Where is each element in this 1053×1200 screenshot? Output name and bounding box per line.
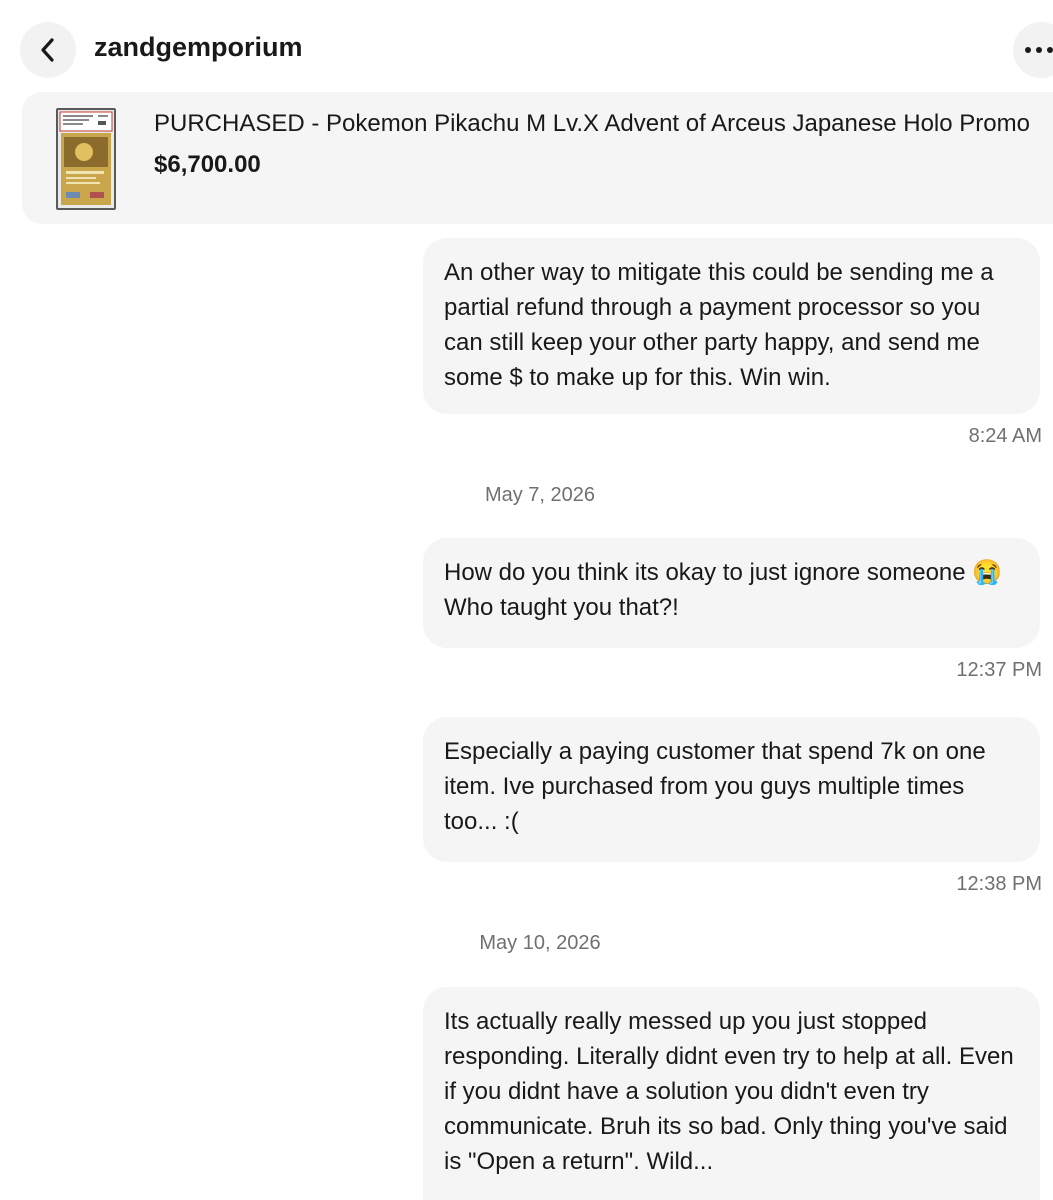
conversation-header: zandgemporium bbox=[0, 0, 1053, 92]
message-bubble: How do you think its okay to just ignore… bbox=[423, 538, 1040, 648]
seller-name[interactable]: zandgemporium bbox=[94, 30, 303, 64]
message-text: An other way to mitigate this could be s… bbox=[444, 259, 994, 391]
message-text: Its actually really messed up you just s… bbox=[444, 1008, 1014, 1175]
message-text: How do you think its okay to just ignore… bbox=[444, 559, 1003, 621]
message-bubble: Especially a paying customer that spend … bbox=[423, 717, 1040, 862]
date-separator: May 7, 2026 bbox=[484, 484, 596, 506]
message-bubble: An other way to mitigate this could be s… bbox=[423, 238, 1040, 414]
date-separator: May 10, 2026 bbox=[479, 932, 601, 954]
message-timestamp: 12:37 PM bbox=[956, 659, 1042, 681]
graded-card-slab-image bbox=[56, 108, 116, 210]
more-options-button[interactable] bbox=[1013, 22, 1053, 78]
chevron-left-icon bbox=[41, 38, 54, 62]
conversation-screen: zandgemporium PURCHASED - Pokemon Pikach… bbox=[0, 0, 1053, 1200]
message-timestamp: 12:38 PM bbox=[956, 873, 1042, 895]
message-bubble: Its actually really messed up you just s… bbox=[423, 987, 1040, 1200]
item-title: PURCHASED - Pokemon Pikachu M Lv.X Adven… bbox=[154, 110, 1030, 137]
back-button[interactable] bbox=[20, 22, 76, 78]
item-summary-card[interactable]: PURCHASED - Pokemon Pikachu M Lv.X Adven… bbox=[22, 92, 1053, 224]
more-horizontal-icon bbox=[1025, 47, 1053, 53]
message-timestamp: 8:24 AM bbox=[968, 425, 1042, 447]
item-price: $6,700.00 bbox=[154, 151, 261, 178]
message-text: Especially a paying customer that spend … bbox=[444, 738, 986, 835]
